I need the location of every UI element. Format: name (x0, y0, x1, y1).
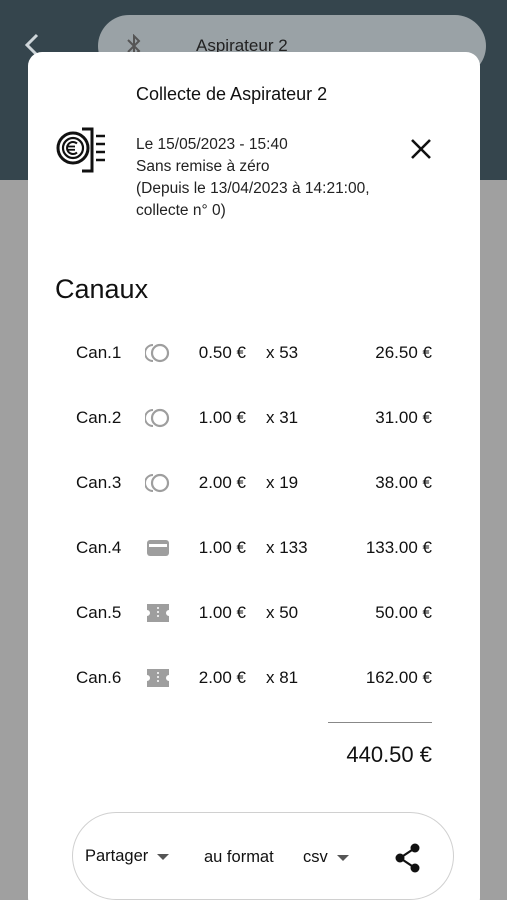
total-divider (328, 722, 432, 723)
card-icon (145, 536, 171, 560)
channel-name: Can.3 (76, 473, 122, 492)
unit-value: 2.00 € (198, 668, 246, 687)
close-button[interactable] (404, 132, 438, 166)
collection-date: Le 15/05/2023 - 15:40 (136, 136, 288, 153)
share-button[interactable] (391, 841, 425, 875)
unit-value: 0.50 € (198, 343, 246, 362)
quantity: x 133 (266, 538, 308, 557)
row-total: 38.00 € (375, 473, 432, 492)
channels-title: Canaux (55, 274, 149, 304)
format-dropdown[interactable]: csv (303, 848, 349, 867)
channel-row: Can.6 2.00 € x 81 162.00 € (28, 658, 480, 698)
quantity: x 81 (266, 668, 299, 687)
channel-name: Can.4 (76, 538, 122, 557)
channel-row: Can.1 0.50 € x 53 26.50 € (28, 333, 480, 373)
grand-total: 440.50 € (346, 742, 432, 767)
row-total: 133.00 € (365, 538, 432, 557)
coin-icon (144, 341, 171, 365)
collection-sheet: Collecte de Aspirateur 2 Le 15/05/2023 -… (28, 52, 480, 900)
collection-since: (Depuis le 13/04/2023 à 14:21:00, collec… (136, 180, 370, 219)
share-icon (395, 843, 420, 873)
ticket-icon (145, 666, 171, 690)
channel-row: Can.2 1.00 € x 31 31.00 € (28, 398, 480, 438)
channel-name: Can.5 (76, 603, 122, 622)
unit-value: 1.00 € (198, 408, 246, 427)
coin-icon (144, 471, 171, 495)
chevron-down-icon (336, 854, 349, 861)
channel-row: Can.4 1.00 € x 133 133.00 € (28, 528, 480, 568)
coin-icon (144, 406, 171, 430)
sheet-title: Collecte de Aspirateur 2 (136, 84, 328, 104)
channel-row: Can.3 2.00 € x 19 38.00 € (28, 463, 480, 503)
quantity: x 50 (266, 603, 299, 622)
format-label: au format (204, 848, 274, 866)
row-total: 50.00 € (375, 603, 432, 622)
format-value: csv (303, 848, 328, 866)
ticket-icon (145, 601, 171, 625)
close-icon (411, 139, 431, 159)
share-action-label: Partager (85, 847, 149, 865)
chevron-down-icon (157, 853, 170, 860)
channel-row: Can.5 1.00 € x 50 50.00 € (28, 593, 480, 633)
row-total: 26.50 € (375, 343, 432, 362)
coin-collector-icon (56, 124, 108, 176)
unit-value: 1.00 € (198, 538, 246, 557)
row-total: 162.00 € (365, 668, 432, 687)
quantity: x 31 (266, 408, 299, 427)
collection-details: Le 15/05/2023 - 15:40 Sans remise à zéro… (136, 134, 376, 222)
channel-name: Can.6 (76, 668, 122, 687)
channel-name: Can.1 (76, 343, 122, 362)
row-total: 31.00 € (375, 408, 432, 427)
share-bar: Partager au format csv (72, 812, 454, 900)
share-action-dropdown[interactable]: Partager (85, 847, 170, 866)
unit-value: 2.00 € (198, 473, 246, 492)
quantity: x 53 (266, 343, 299, 362)
unit-value: 1.00 € (198, 603, 246, 622)
channel-name: Can.2 (76, 408, 122, 427)
quantity: x 19 (266, 473, 299, 492)
reset-status: Sans remise à zéro (136, 158, 270, 175)
